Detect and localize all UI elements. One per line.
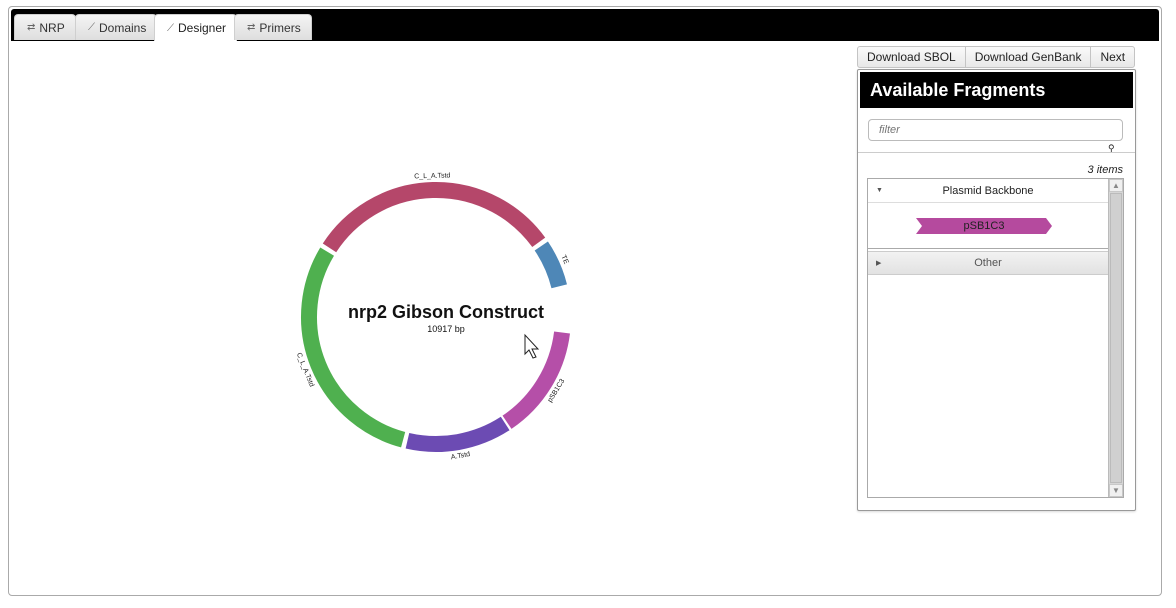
scrollbar[interactable]: ▲ ▼: [1108, 179, 1123, 497]
divider: [858, 152, 1135, 153]
fragments-panel: Available Fragments ⚲ 3 items ▼ Plasmid …: [857, 69, 1136, 511]
group-other[interactable]: ▶ Other: [868, 251, 1108, 275]
fragment-list[interactable]: ▼ Plasmid Backbone pSB1C3 ▶ Other ▲ ▼: [867, 178, 1124, 498]
download-sbol-button[interactable]: Download SBOL: [857, 46, 966, 68]
segment-label: TE: [559, 254, 569, 265]
plasmid-segment[interactable]: [405, 416, 510, 452]
fragment-chip-psb1c3[interactable]: pSB1C3: [916, 218, 1052, 234]
toolbar: Download SBOL Download GenBank Next: [857, 46, 1136, 68]
panel-title: Available Fragments: [860, 72, 1133, 108]
plasmid-segment[interactable]: [534, 241, 567, 289]
construct-title: nrp2 Gibson Construct: [348, 302, 544, 322]
filter-input[interactable]: [868, 119, 1123, 141]
mouse-cursor-icon: [524, 333, 540, 359]
download-genbank-button[interactable]: Download GenBank: [964, 46, 1092, 68]
scroll-up-icon[interactable]: ▲: [1109, 179, 1123, 192]
construct-length: 10917 bp: [427, 324, 465, 334]
segment-label: A.Tstd: [450, 451, 470, 461]
plasmid-segment[interactable]: [322, 182, 546, 253]
plasmid-segment[interactable]: [301, 247, 406, 448]
item-count: 3 items: [1087, 164, 1123, 176]
next-button[interactable]: Next: [1090, 46, 1136, 68]
group-label: Other: [974, 257, 1002, 269]
scroll-down-icon[interactable]: ▼: [1109, 484, 1123, 497]
group-body: pSB1C3: [868, 203, 1108, 249]
fragment-label: pSB1C3: [963, 220, 1005, 232]
caret-down-icon: ▼: [876, 187, 883, 194]
group-plasmid-backbone[interactable]: ▼ Plasmid Backbone: [868, 179, 1108, 203]
segment-label: C_L_A.Tstd: [414, 172, 450, 180]
group-label: Plasmid Backbone: [942, 184, 1034, 197]
scroll-thumb[interactable]: [1110, 193, 1122, 483]
caret-right-icon: ▶: [876, 260, 882, 267]
